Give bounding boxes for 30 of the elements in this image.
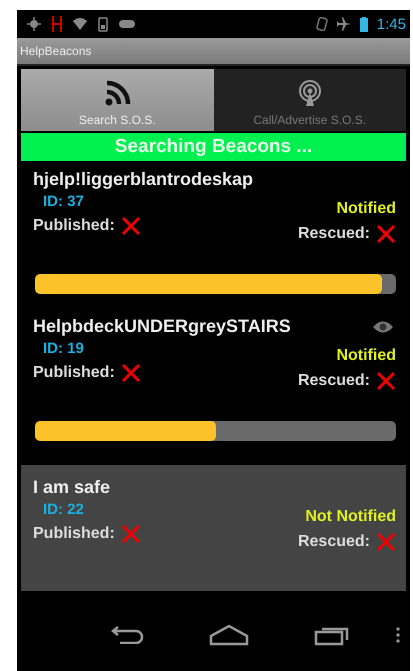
phone-icon [98,16,108,32]
airplane-icon [336,17,351,31]
beacon-id: ID: 37 [42,193,85,210]
notification-status: Not Notified [305,508,396,526]
wifi-icon [73,18,87,30]
rotation-icon [316,17,328,31]
tab[interactable]: Call/Advertise S.O.S. [214,69,406,131]
beacon-name: HelpbdeckUNDERgreySTAIRS [33,316,291,337]
app-title: HelpBeacons [20,44,92,58]
notification-status: Notified [336,200,396,218]
published-label: Published: [33,525,115,543]
notification-status: Notified [336,347,396,365]
home-icon [208,624,248,646]
beacon-id: ID: 19 [42,340,85,357]
overflow-menu-icon [396,627,400,643]
rescued-label: Rescued: [298,225,370,243]
rescued-label: Rescued: [298,533,370,551]
battery-icon [360,16,368,32]
beacon-name: hjelp!liggerblantrodeskap [33,169,254,190]
rescued-label: Rescued: [298,372,370,390]
beacon-name: I am safe [33,477,110,498]
signal-icon [103,80,132,107]
clock-time: 1:45 [376,16,406,32]
back-icon [110,624,144,644]
beacon-id: ID: 22 [42,501,85,518]
published-label: Published: [33,217,115,235]
location-icon [27,17,41,31]
published-label: Published: [33,364,115,382]
beacon-item[interactable]: I am safe ID: 22 Published: Not Notified Rescued: [21,465,406,591]
status-banner: Searching Beacons ... [21,133,406,161]
